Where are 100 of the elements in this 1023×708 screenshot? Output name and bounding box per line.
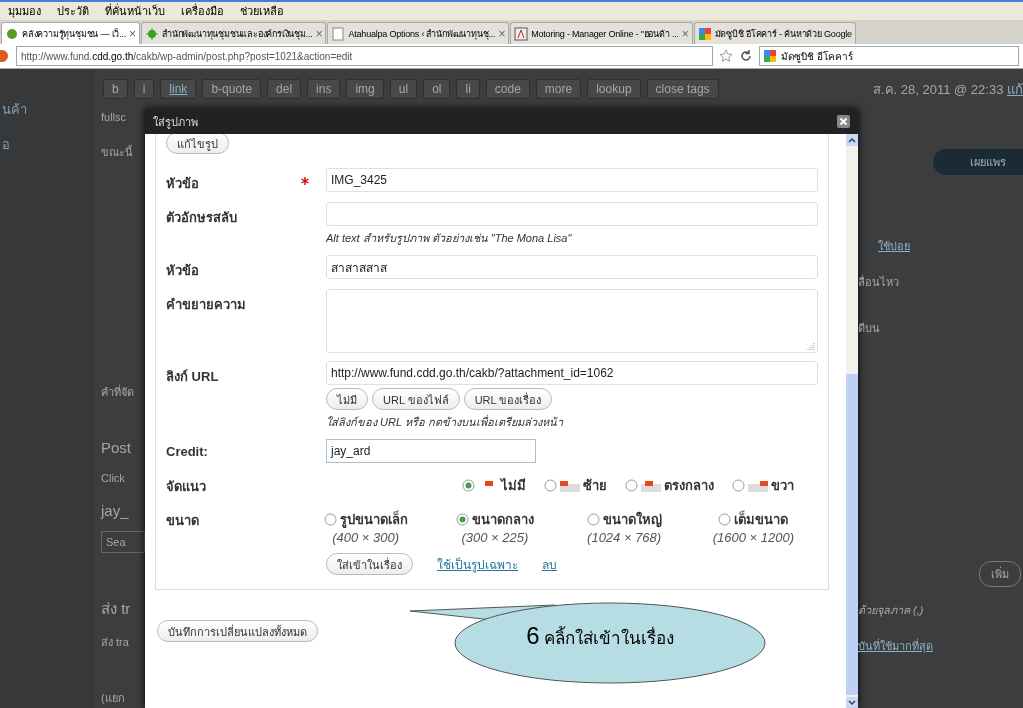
option-label[interactable]: ขนาดกลาง <box>471 509 534 530</box>
toolbar-button[interactable]: ul <box>389 79 418 99</box>
popular-tags-link[interactable]: บันที่ใช้มากที่สุด <box>858 637 1023 655</box>
sidebar-item[interactable]: นค้า <box>2 99 95 120</box>
toolbar-button[interactable]: link <box>160 79 197 99</box>
scroll-down-icon[interactable] <box>846 697 858 708</box>
size-dimensions: (300 × 225) <box>461 530 529 545</box>
text-field[interactable] <box>326 202 818 226</box>
field-hint: Alt text สำหรับรูปภาพ ตัวอย่างเช่น "The Mona Lisa" <box>326 231 573 247</box>
toolbar-button[interactable]: close tags <box>646 79 719 99</box>
size-dimensions: (1024 × 768) <box>587 530 662 545</box>
featured-image-link[interactable]: ใช้เป็นรูปเฉพาะ <box>437 554 518 574</box>
text-field[interactable]: สาสาสสาส <box>326 255 818 279</box>
tag-text: ลื่อนไหว <box>858 273 900 290</box>
field-label: หัวข้อ <box>166 262 200 280</box>
link-preset-button[interactable]: ไม่มี <box>326 388 368 410</box>
tab-link[interactable]: ใช้บ่อย <box>878 237 1023 255</box>
option-label[interactable]: เต็มขนาด <box>734 509 789 530</box>
text-field[interactable]: http://www.fund.cdd.go.th/cakb/?attachment_id=1062 <box>326 361 818 385</box>
link-preset-button[interactable]: URL ของไฟล์ <box>372 388 460 410</box>
page-icon <box>331 26 346 41</box>
help-text: ส่ง tra <box>101 635 130 650</box>
editor-footer: คำที่จัด <box>101 383 145 401</box>
resize-grip-icon[interactable] <box>807 342 815 350</box>
toolbar-button[interactable]: b-quote <box>202 79 262 99</box>
radio-button[interactable] <box>625 479 638 492</box>
link-preset-button[interactable]: URL ของเรื่อง <box>463 388 553 410</box>
browser-tab[interactable]: สำนักพัฒนาทุนชุมชนและองค์กรเงินชุม... × <box>140 22 327 44</box>
radio-button[interactable] <box>462 479 475 492</box>
radio-button[interactable] <box>732 479 745 492</box>
save-all-button[interactable]: บันทึกการเปลี่ยนแปลงทั้งหมด <box>157 620 318 642</box>
dialog-title: ใส่รูปภาพ <box>153 114 198 131</box>
help-text: (แยก <box>101 691 126 706</box>
help-text: Click <box>101 472 126 484</box>
search-field[interactable]: มัดซูบิชิ อีโคคาร์ <box>759 46 1019 66</box>
menu-item[interactable]: ช่วยเหลือ <box>240 2 284 20</box>
option-label[interactable]: รูปขนาดเล็ก <box>339 509 408 530</box>
field-label: ขนาด <box>166 512 200 530</box>
step-number: 6 <box>526 622 540 650</box>
option-label[interactable]: ตรงกลาง <box>664 475 714 496</box>
menu-item[interactable]: ที่คั่นหน้าเว็บ <box>105 2 165 20</box>
tag-text: ดีบน <box>858 321 881 336</box>
scroll-up-icon[interactable] <box>846 134 858 146</box>
image-icon <box>560 479 580 492</box>
editor-text: ขณะนี้ <box>101 144 134 160</box>
option-label[interactable]: ไม่มี <box>501 475 526 496</box>
menu-item[interactable]: เครื่องมือ <box>181 2 224 20</box>
scrollbar[interactable] <box>846 134 858 708</box>
edit-link[interactable]: แก้ <box>1007 81 1023 97</box>
browser-tab[interactable]: Motoring - Manager Online - "ฮอนด้า ... × <box>510 22 693 44</box>
toolbar-button[interactable]: lookup <box>587 79 641 99</box>
toolbar-button[interactable]: more <box>535 79 582 99</box>
field-label: หัวข้อ <box>166 175 200 193</box>
publish-button[interactable]: เผยแพร <box>933 149 1023 175</box>
browser-tab[interactable]: คลังความรู้ทุนชุมชน — เว็... × <box>1 22 140 44</box>
radio-button[interactable] <box>323 513 337 526</box>
text-field[interactable]: jay_ard <box>326 439 536 463</box>
toolbar-button[interactable]: li <box>456 79 480 99</box>
toolbar-button[interactable]: img <box>346 79 384 99</box>
image-icon <box>641 479 661 492</box>
browser-tab[interactable]: Atahualpa Options ‹ สำนักพัฒนาทุนชุ... × <box>327 22 510 44</box>
caption-field[interactable] <box>326 289 818 353</box>
sidebar-item[interactable]: อ <box>2 134 95 155</box>
toolbar-button[interactable]: i <box>133 79 155 99</box>
radio-button[interactable] <box>544 479 557 492</box>
box-title: Post <box>101 439 132 456</box>
insert-button[interactable]: ใส่เข้าในเรื่อง <box>326 553 413 575</box>
toolbar-button[interactable]: b <box>103 79 128 99</box>
toolbar-button[interactable]: ol <box>423 79 451 99</box>
field-label: Credit: <box>166 443 209 459</box>
edit-image-button[interactable]: แก้ไขรูป <box>166 134 229 154</box>
radio-button[interactable] <box>586 513 600 526</box>
tab-label[interactable]: fullsc <box>101 111 145 123</box>
address-bar[interactable]: http://www.fund.cdd.go.th/cakb/wp-admin/post.php?post=1021&action=edit <box>16 46 713 66</box>
dot-icon <box>5 26 19 41</box>
search-field[interactable]: Sea <box>101 531 145 553</box>
toolbar-button[interactable]: code <box>485 79 530 99</box>
radio-button[interactable] <box>718 513 732 526</box>
letter-a-icon <box>514 26 529 41</box>
menu-item[interactable]: มุมมอง <box>8 2 41 20</box>
browser-tab[interactable]: มัดซูบิชิ อีโคคาร์ - ค้นหาด้วย Google <box>693 22 856 44</box>
close-icon[interactable] <box>837 115 850 128</box>
delete-link[interactable]: ลบ <box>542 554 557 574</box>
tag-text: jay_ <box>101 502 130 519</box>
menu-item[interactable]: ประวัติ <box>57 2 89 20</box>
add-button[interactable]: เพิ่ม <box>979 561 1021 587</box>
image-icon <box>748 479 768 492</box>
option-label[interactable]: ซ้าย <box>583 475 607 496</box>
option-label[interactable]: ขวา <box>771 475 794 496</box>
field-label: คำขยายความ <box>166 296 247 314</box>
publish-date: ส.ค. 28, 2011 @ 22:33 แก้ <box>872 80 1023 99</box>
radio-button[interactable] <box>455 513 469 526</box>
option-label[interactable]: ขนาดใหญ่ <box>602 509 662 530</box>
toolbar-button[interactable]: ins <box>307 79 341 99</box>
squares-icon <box>763 49 777 63</box>
field-hint: ใส่ลิงก์ของ URL หรือ กดข้างบนเพื่อเตรียมล่วงหน้า <box>326 413 565 430</box>
text-field[interactable]: IMG_3425 <box>326 168 818 192</box>
toolbar-button[interactable]: del <box>267 79 302 99</box>
callout-text: คลิ้กใส่เข้าในเรื่อง <box>543 624 674 651</box>
reload-icon[interactable] <box>739 49 753 63</box>
